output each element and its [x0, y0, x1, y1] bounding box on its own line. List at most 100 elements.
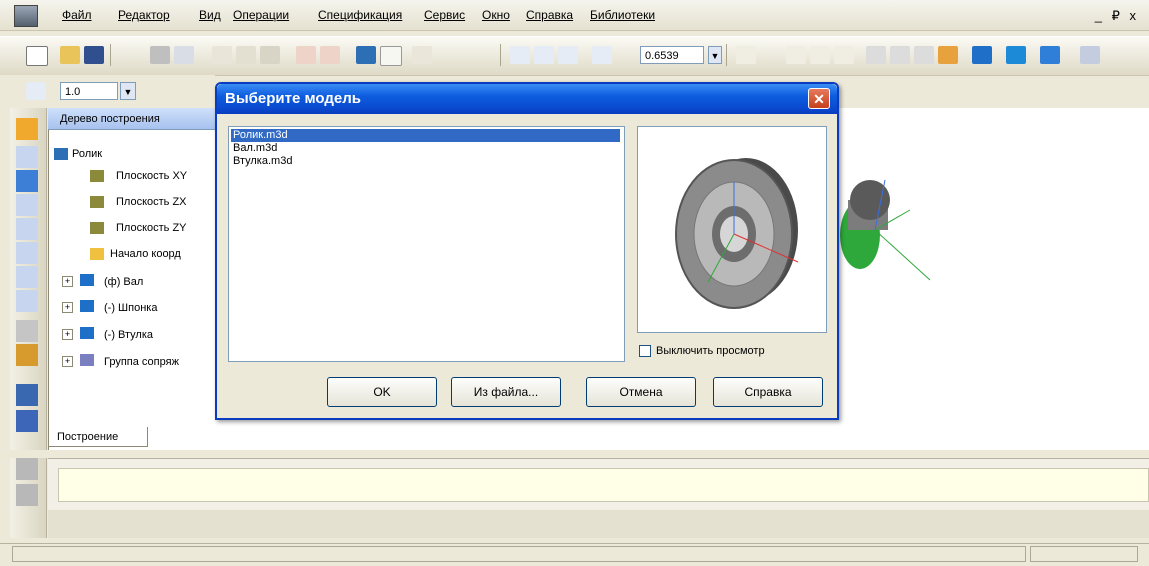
window-controls[interactable]: _ ₽ x	[1095, 8, 1139, 24]
clip-icon[interactable]	[16, 218, 38, 240]
origin-icon	[90, 248, 104, 260]
shaded-icon[interactable]	[938, 46, 958, 64]
shaded-edges-icon[interactable]	[972, 46, 992, 64]
menu-service[interactable]: Сервис	[424, 8, 465, 22]
tree-item[interactable]: Плоскость ZX	[116, 196, 187, 208]
step-icon[interactable]	[26, 82, 46, 100]
print-icon[interactable]	[150, 46, 170, 64]
zoom-icon[interactable]	[510, 46, 530, 64]
layer-icon[interactable]	[16, 384, 38, 406]
orientation-icon[interactable]	[736, 46, 756, 64]
help-pointer-icon[interactable]	[412, 46, 432, 64]
library-icon[interactable]	[16, 410, 38, 432]
menu-libraries[interactable]: Библиотеки	[590, 8, 655, 22]
fit-icon[interactable]	[810, 46, 830, 64]
menu-help[interactable]: Справка	[526, 8, 573, 22]
close-icon[interactable]: ✕	[808, 88, 830, 109]
pan-icon[interactable]	[786, 46, 806, 64]
dialog-title: Выберите модель	[217, 84, 837, 114]
tree-root[interactable]: Ролик	[72, 148, 102, 160]
paste-icon[interactable]	[260, 46, 280, 64]
tree-item[interactable]: (-) Шпонка	[104, 302, 157, 314]
tree-item[interactable]: Плоскость XY	[116, 170, 187, 182]
point-icon[interactable]	[16, 170, 38, 192]
edit-icon[interactable]	[16, 118, 38, 140]
mates-icon	[80, 354, 94, 366]
expand-icon[interactable]: +	[62, 276, 73, 287]
gray-icon[interactable]	[16, 458, 38, 480]
roller-preview-image	[675, 158, 799, 309]
surface-icon[interactable]	[16, 320, 38, 342]
menu-file[interactable]: Файл	[62, 8, 92, 22]
menu-specification[interactable]: Спецификация	[318, 8, 402, 22]
properties-field	[58, 468, 1149, 502]
disable-preview-checkbox[interactable]	[639, 345, 651, 357]
thin-lines-icon[interactable]	[914, 46, 934, 64]
wireframe-icon[interactable]	[866, 46, 886, 64]
list-item[interactable]: Ролик.m3d	[231, 129, 620, 142]
cut-icon[interactable]	[212, 46, 232, 64]
manager-icon[interactable]	[356, 46, 376, 64]
chevron-down-icon[interactable]: ▼	[708, 46, 722, 64]
copy-icon[interactable]	[236, 46, 256, 64]
list-item[interactable]: Вал.m3d	[231, 142, 279, 155]
expand-icon[interactable]: +	[62, 329, 73, 340]
status-message	[12, 546, 1026, 562]
tree-item[interactable]: Плоскость ZY	[116, 222, 187, 234]
hidden-lines-icon[interactable]	[890, 46, 910, 64]
perspective-icon[interactable]	[1006, 46, 1026, 64]
menu-editor[interactable]: Редактор	[118, 8, 170, 22]
menu-bar	[0, 0, 1149, 31]
menu-window[interactable]: Окно	[482, 8, 510, 22]
tree-item[interactable]: (ф) Вал	[104, 276, 143, 288]
bottom-panel	[48, 510, 1149, 538]
plane-icon	[90, 196, 104, 208]
toolbar-separator	[500, 44, 501, 66]
help-button[interactable]: Справка	[713, 377, 823, 407]
ok-button[interactable]: OK	[327, 377, 437, 407]
plane-icon	[90, 170, 104, 182]
open-folder-icon[interactable]	[60, 46, 80, 64]
tab-construction[interactable]: Построение	[48, 427, 148, 447]
assembly-icon	[54, 148, 68, 160]
measure-icon[interactable]	[16, 194, 38, 216]
tools-icon[interactable]	[1080, 46, 1100, 64]
from-file-button[interactable]: Из файла...	[451, 377, 561, 407]
tree-title: Дерево построения	[48, 108, 218, 130]
app-icon[interactable]	[14, 5, 38, 27]
part-icon	[80, 327, 94, 339]
part-icon	[80, 274, 94, 286]
redo-icon[interactable]	[320, 46, 340, 64]
tree-item[interactable]: Начало коорд	[110, 248, 181, 260]
save-icon[interactable]	[84, 46, 104, 64]
preview-icon[interactable]	[174, 46, 194, 64]
menu-operations[interactable]: Операции	[233, 8, 289, 22]
tree-item[interactable]: Группа сопряж	[104, 356, 179, 368]
part-icon	[80, 300, 94, 312]
gray-icon[interactable]	[16, 484, 38, 506]
zoom-frame-icon[interactable]	[592, 46, 612, 64]
undo-icon[interactable]	[296, 46, 316, 64]
curve-icon[interactable]	[16, 146, 38, 168]
panel-separator	[0, 450, 1149, 458]
sketch-icon[interactable]	[16, 242, 38, 264]
zoom-field[interactable]: 0.6539	[640, 46, 704, 64]
expand-icon[interactable]: +	[62, 302, 73, 313]
expand-icon[interactable]: +	[62, 356, 73, 367]
zoom-out-icon[interactable]	[558, 46, 578, 64]
new-document-icon[interactable]	[26, 46, 48, 66]
parts-icon[interactable]	[16, 344, 38, 366]
chevron-down-icon[interactable]: ▼	[120, 82, 136, 100]
section-icon[interactable]	[1040, 46, 1060, 64]
variables-icon[interactable]	[380, 46, 402, 66]
cancel-button[interactable]: Отмена	[586, 377, 696, 407]
status-info	[1030, 546, 1138, 562]
rotate-icon[interactable]	[834, 46, 854, 64]
scale-field[interactable]: 1.0	[60, 82, 118, 100]
list-item[interactable]: Втулка.m3d	[231, 155, 294, 168]
menu-view[interactable]: Вид	[199, 8, 221, 22]
spec-icon[interactable]	[16, 290, 38, 312]
zoom-in-icon[interactable]	[534, 46, 554, 64]
tree-item[interactable]: (-) Втулка	[104, 329, 153, 341]
filter-icon[interactable]	[16, 266, 38, 288]
